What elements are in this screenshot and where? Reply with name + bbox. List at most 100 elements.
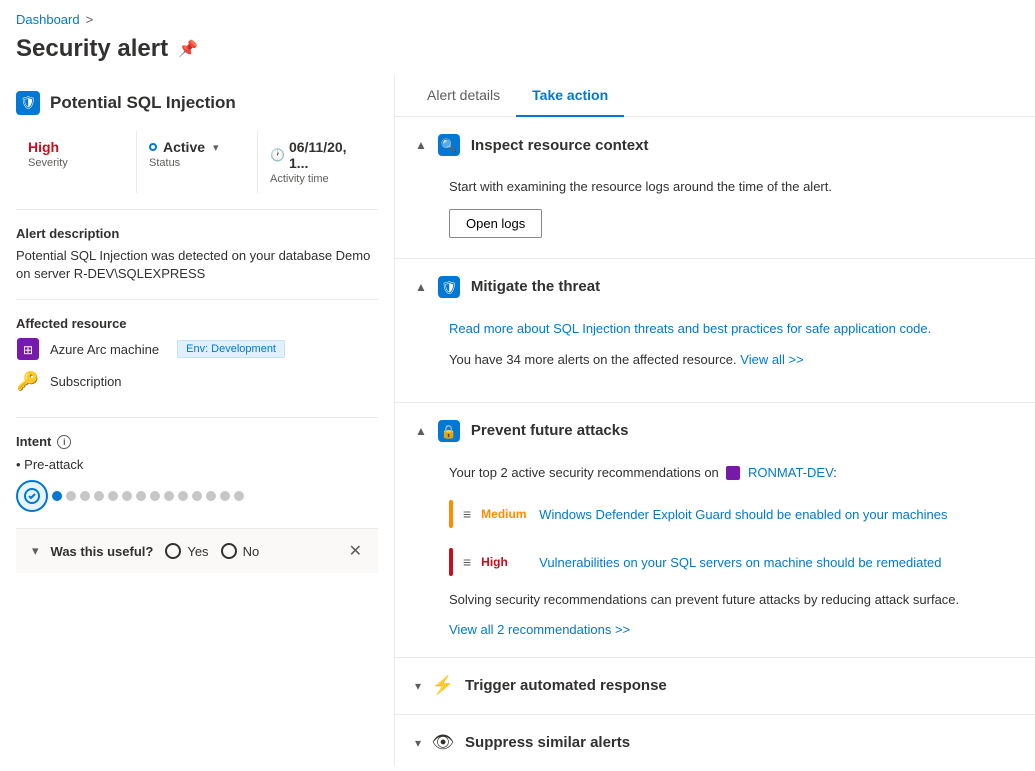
active-dot-icon [149,143,157,151]
intent-timeline [16,480,378,512]
alert-title-row: 🛡 Potential SQL Injection [16,91,378,115]
accordion-suppress-header[interactable]: ▾ 👁 Suppress similar alerts [395,715,1035,767]
timeline-dot-10 [178,491,188,501]
affected-resource-title: Affected resource [16,316,378,331]
active-row: Active ▾ [149,139,245,155]
feedback-no-option[interactable]: No [221,543,260,559]
inspect-body: Start with examining the resource logs a… [395,173,1035,258]
inspect-title: Inspect resource context [471,137,649,154]
severity-high-label: High [481,555,529,569]
recommendation-item-1: ≡ High Vulnerabilities on your SQL serve… [449,542,1015,582]
left-panel: 🛡 Potential SQL Injection High Severity … [0,75,395,766]
timeline-dot-8 [150,491,160,501]
breadcrumb: Dashboard > [0,0,1035,31]
accordion-prevent-header[interactable]: ▲ 🔒 Prevent future attacks [395,403,1035,459]
accordion-trigger: ▾ ⚡ Trigger automated response [395,658,1035,715]
feedback-no-label: No [243,544,260,559]
status-item[interactable]: Active ▾ Status [136,131,257,193]
timeline-dot-4 [94,491,104,501]
resource-subscription-icon: 🔑 [16,369,40,393]
mitigate-title: Mitigate the threat [471,278,600,295]
accordion-suppress: ▾ 👁 Suppress similar alerts [395,715,1035,767]
prevent-intro: Your top 2 active security recommendatio… [449,463,1015,483]
tab-alert-details[interactable]: Alert details [411,75,516,117]
alert-name: Potential SQL Injection [50,93,236,113]
severity-value: High [28,139,124,155]
prevent-body: Your top 2 active security recommendatio… [395,459,1035,657]
mitigate-alerts-text: You have 34 more alerts on the affected … [449,350,1015,370]
tab-bar: Alert details Take action [395,75,1035,117]
mitigate-alerts-count: You have 34 more alerts on the affected … [449,352,737,367]
activity-value: 06/11/20, 1... [289,139,366,171]
status-chevron-icon[interactable]: ▾ [213,141,219,154]
timeline-dot-11 [192,491,202,501]
feedback-label: Was this useful? [51,544,154,559]
activity-item: 🕐 06/11/20, 1... Activity time [257,131,378,193]
recommendations-list: ≡ Medium Windows Defender Exploit Guard … [449,494,1015,582]
suppress-icon: 👁 [431,731,455,755]
suppress-chevron-icon: ▾ [415,736,421,750]
timeline-dot-1 [52,491,62,501]
intent-section: Intent i • Pre-attack [16,434,378,512]
view-all-recs-link[interactable]: View all 2 recommendations >> [449,622,630,637]
resource-arc-name: Azure Arc machine [50,342,159,357]
rec-link-0[interactable]: Windows Defender Exploit Guard should be… [539,507,947,522]
svg-text:🔒: 🔒 [441,424,457,439]
rec-link-1[interactable]: Vulnerabilities on your SQL servers on m… [539,555,941,570]
feedback-chevron-icon[interactable]: ▾ [32,543,39,559]
feedback-bar: ▾ Was this useful? Yes No ✕ [16,528,378,573]
affected-resource-section: Affected resource ⊞ Azure Arc machine En… [16,316,378,418]
intent-label: Intent i [16,434,378,449]
activity-label: Activity time [270,173,366,185]
clock-icon: 🕐 [270,148,285,162]
timeline-dot-12 [206,491,216,501]
open-logs-button[interactable]: Open logs [449,209,542,238]
trigger-title: Trigger automated response [465,677,667,694]
shield-icon: 🛡 [16,91,40,115]
accordion-trigger-header[interactable]: ▾ ⚡ Trigger automated response [395,658,1035,714]
inspect-icon: 🔍 [437,133,461,157]
feedback-yes-option[interactable]: Yes [165,543,208,559]
solving-text: Solving security recommendations can pre… [449,590,1015,610]
pin-icon[interactable]: 📌 [178,39,198,59]
resource-item-1: 🔑 Subscription [16,369,378,393]
breadcrumb-home[interactable]: Dashboard [16,12,80,27]
suppress-title: Suppress similar alerts [465,734,630,751]
severity-label: Severity [28,157,124,169]
mitigate-read-more-link[interactable]: Read more about SQL Injection threats an… [449,321,931,336]
radio-no-icon [221,543,237,559]
timeline-dot-14 [234,491,244,501]
timeline-dot-13 [220,491,230,501]
prevent-resource-link[interactable]: RONMAT-DEV [748,465,833,480]
rec-list-icon-0: ≡ [463,506,471,522]
mitigate-chevron-icon: ▲ [415,280,427,294]
severity-medium-label: Medium [481,507,529,521]
main-layout: 🛡 Potential SQL Injection High Severity … [0,75,1035,766]
svg-text:⊞: ⊞ [23,343,33,357]
prevent-chevron-icon: ▲ [415,424,427,438]
high-severity-bar [449,548,453,576]
prevent-title: Prevent future attacks [471,422,629,439]
tab-take-action[interactable]: Take action [516,75,624,117]
feedback-close-button[interactable]: ✕ [349,541,362,561]
breadcrumb-separator: > [86,12,94,27]
feedback-yes-label: Yes [187,544,208,559]
intent-bullet: • Pre-attack [16,457,378,472]
description-text: Potential SQL Injection was detected on … [16,247,378,283]
timeline-dot-9 [164,491,174,501]
intent-text: Intent [16,434,51,449]
resource-item-0: ⊞ Azure Arc machine Env: Development [16,337,378,361]
mitigate-link-text: Read more about SQL Injection threats an… [449,319,1015,339]
accordion-prevent: ▲ 🔒 Prevent future attacks Your top 2 ac… [395,403,1035,658]
accordion-mitigate-header[interactable]: ▲ 🛡 Mitigate the threat [395,259,1035,315]
svg-text:🔍: 🔍 [441,137,457,153]
resource-arc-icon: ⊞ [16,337,40,361]
intent-info-icon[interactable]: i [57,435,71,449]
severity-item: High Severity [16,131,136,193]
timeline-active-icon [16,480,48,512]
accordion-inspect-header[interactable]: ▲ 🔍 Inspect resource context [395,117,1035,173]
resource-subscription-name: Subscription [50,374,122,389]
mitigate-icon: 🛡 [437,275,461,299]
timeline-dot-2 [66,491,76,501]
mitigate-view-all-link[interactable]: View all >> [740,352,803,367]
